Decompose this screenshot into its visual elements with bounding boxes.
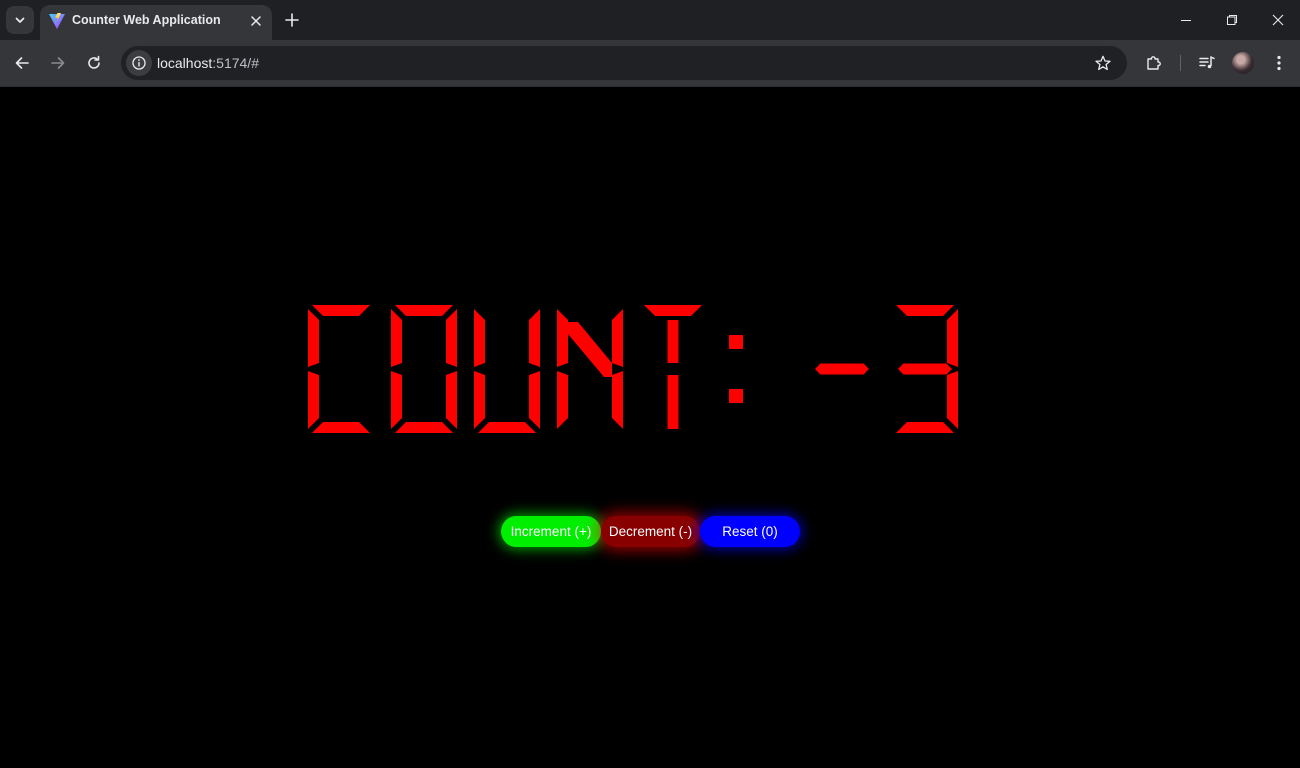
forward-button[interactable] — [44, 49, 72, 77]
star-icon — [1095, 55, 1111, 71]
toolbar-separator — [1180, 55, 1181, 71]
new-tab-button[interactable] — [281, 9, 303, 31]
active-tab[interactable]: Counter Web Application — [40, 5, 272, 40]
tab-strip: Counter Web Application — [0, 0, 1300, 40]
url-path: :5174/# — [212, 55, 259, 71]
close-window-button[interactable] — [1255, 0, 1300, 40]
browser-toolbar: localhost:5174/# — [0, 40, 1300, 86]
display-char — [308, 305, 370, 433]
chevron-down-icon — [15, 17, 25, 23]
address-bar[interactable]: localhost:5174/# — [121, 46, 1127, 80]
extensions-button[interactable] — [1140, 49, 1168, 77]
page-content: COUNT: -3 Increment (+) Decrement (-) Re… — [0, 87, 1300, 768]
reset-button[interactable]: Reset (0) — [700, 516, 800, 547]
counter-display: COUNT: -3 — [300, 300, 1000, 440]
minimize-button[interactable] — [1163, 0, 1209, 40]
url-host: localhost — [157, 55, 213, 71]
arrow-right-icon — [51, 57, 65, 69]
counter-controls: Increment (+) Decrement (-) Reset (0) — [501, 516, 800, 547]
info-icon — [132, 56, 146, 70]
display-char — [557, 309, 623, 429]
display-char — [815, 363, 869, 375]
arrow-left-icon — [15, 57, 29, 69]
display-char — [391, 305, 457, 433]
display-char — [896, 305, 958, 433]
restore-button[interactable] — [1209, 0, 1255, 40]
close-icon — [251, 16, 261, 26]
more-vertical-icon — [1277, 55, 1281, 71]
seven-segment-display — [308, 305, 958, 433]
vite-logo-icon — [49, 13, 65, 29]
plus-icon — [285, 13, 299, 27]
minimize-icon — [1181, 20, 1191, 21]
bookmark-button[interactable] — [1091, 51, 1115, 75]
reload-icon — [88, 55, 100, 69]
reload-button[interactable] — [80, 49, 108, 77]
media-controls-button[interactable] — [1193, 49, 1221, 77]
tab-close-button[interactable] — [246, 11, 266, 31]
increment-button[interactable]: Increment (+) — [501, 516, 601, 547]
site-info-button[interactable] — [126, 50, 152, 76]
puzzle-icon — [1147, 56, 1161, 70]
browser-menu-button[interactable] — [1265, 49, 1293, 77]
media-controls-icon — [1199, 56, 1215, 69]
display-char — [729, 335, 743, 403]
display-char — [644, 305, 702, 429]
tab-title: Counter Web Application — [72, 13, 221, 27]
url-text[interactable]: localhost:5174/# — [157, 55, 259, 71]
profile-avatar[interactable] — [1232, 52, 1254, 74]
display-char — [474, 309, 540, 433]
decrement-button[interactable]: Decrement (-) — [601, 516, 700, 547]
back-button[interactable] — [8, 49, 36, 77]
restore-icon — [1227, 15, 1237, 25]
close-icon — [1272, 14, 1284, 26]
tab-search-button[interactable] — [6, 6, 34, 34]
